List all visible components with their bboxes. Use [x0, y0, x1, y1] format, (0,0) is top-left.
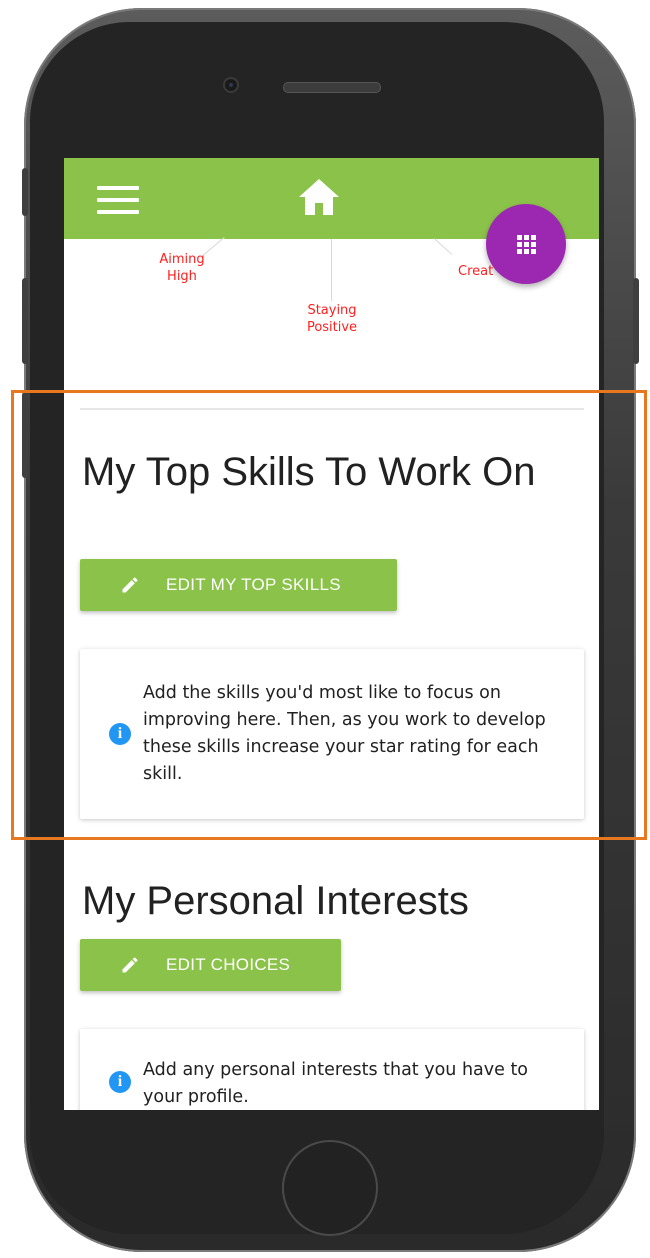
phone-power-button	[633, 278, 639, 364]
grid-apps-icon	[516, 234, 536, 254]
radar-axis-line	[331, 239, 332, 301]
phone-side-button	[22, 168, 28, 216]
section-divider	[80, 408, 584, 410]
edit-choices-button[interactable]: EDIT CHOICES	[80, 939, 341, 991]
info-icon: i	[109, 723, 131, 745]
personal-interests-info-text: Add any personal interests that you have…	[143, 1060, 529, 1107]
edit-choices-label: EDIT CHOICES	[166, 955, 291, 974]
radar-axis-line	[434, 238, 453, 256]
top-skills-title: My Top Skills To Work On	[82, 450, 536, 494]
radar-label-creat: Creat	[458, 264, 494, 279]
apps-fab-button[interactable]	[486, 204, 566, 284]
app-screen: Aiming High Staying Positive Creat My To…	[64, 158, 599, 1110]
home-icon[interactable]	[297, 177, 341, 217]
edit-top-skills-button[interactable]: EDIT MY TOP SKILLS	[80, 559, 397, 611]
radar-label-aiming-high: Aiming High	[159, 252, 205, 284]
hamburger-menu-icon[interactable]	[97, 186, 139, 216]
pencil-icon	[122, 577, 138, 593]
personal-interests-info-card: i Add any personal interests that you ha…	[80, 1029, 584, 1110]
phone-volume-up-button	[22, 278, 28, 364]
edit-top-skills-label: EDIT MY TOP SKILLS	[166, 575, 341, 594]
top-skills-info-text: Add the skills you'd most like to focus …	[143, 683, 546, 784]
earpiece-speaker	[283, 82, 381, 93]
front-camera	[225, 79, 237, 91]
pencil-icon	[122, 957, 138, 973]
phone-volume-down-button	[22, 392, 28, 478]
radar-label-staying-positive: Staying Positive	[306, 303, 358, 335]
top-skills-info-card: i Add the skills you'd most like to focu…	[80, 649, 584, 819]
personal-interests-title: My Personal Interests	[82, 879, 469, 923]
info-icon: i	[109, 1071, 131, 1093]
phone-home-button[interactable]	[282, 1140, 378, 1236]
